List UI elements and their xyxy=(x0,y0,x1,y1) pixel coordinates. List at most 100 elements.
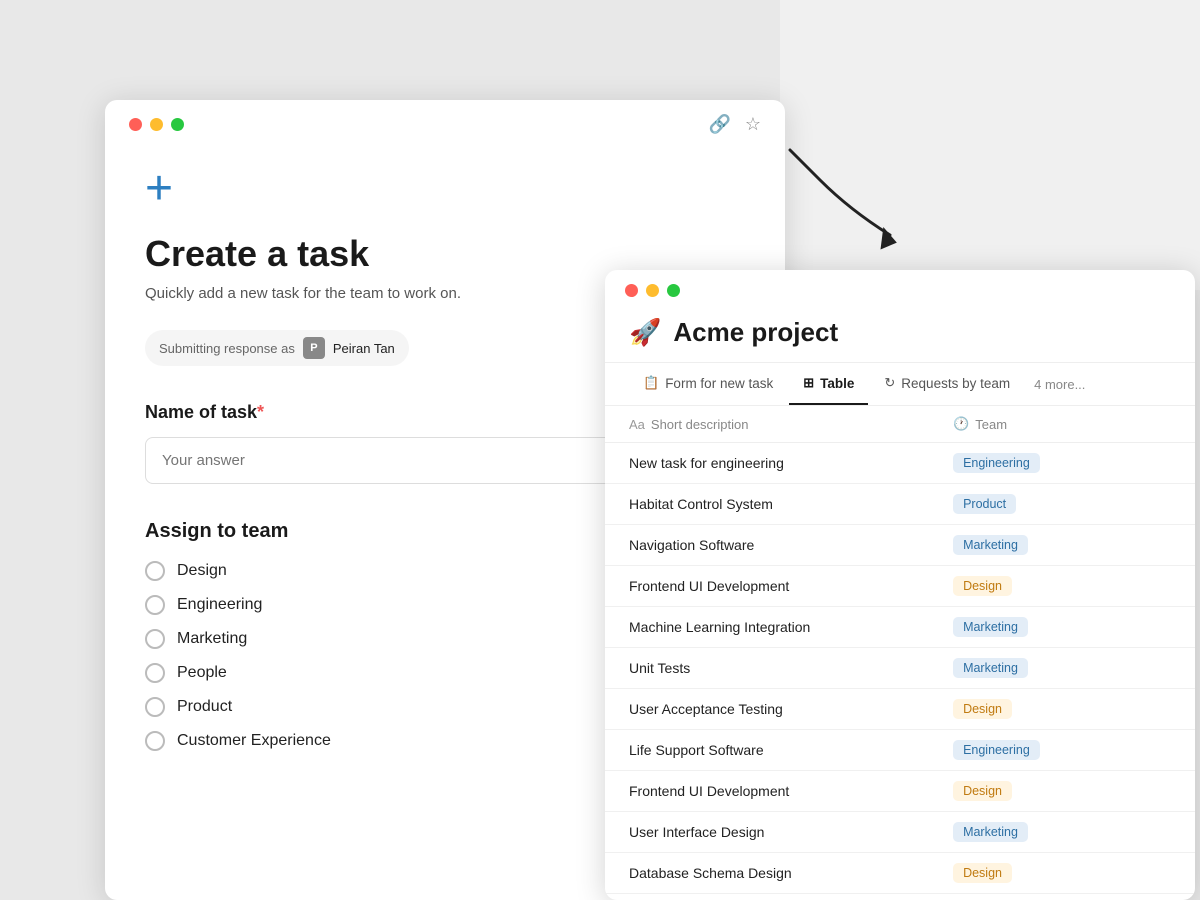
maximize-button[interactable] xyxy=(171,118,184,131)
team-badge: Design xyxy=(953,863,1012,883)
arrow-decoration xyxy=(780,140,940,260)
table-row[interactable]: User Acceptance Testing Design xyxy=(605,689,1195,730)
task-name: Machine Learning Integration xyxy=(605,607,929,648)
team-badge: Marketing xyxy=(953,535,1028,555)
star-icon[interactable]: ☆ xyxy=(745,114,761,135)
task-name: User Acceptance Testing xyxy=(605,689,929,730)
task-team: Design xyxy=(929,853,1195,894)
team-badge: Design xyxy=(953,576,1012,596)
radio-circle xyxy=(145,731,165,751)
radio-circle xyxy=(145,595,165,615)
submitting-bar: Submitting response as P Peiran Tan xyxy=(145,330,409,366)
project-header: 🚀 Acme project xyxy=(605,317,1195,363)
tasks-table: Aa Short description 🕐 Team New task for… xyxy=(605,406,1195,900)
traffic-lights-right xyxy=(625,284,1175,297)
task-team: Marketing xyxy=(929,525,1195,566)
task-team: Product xyxy=(929,484,1195,525)
table-row[interactable]: Database Schema Design Design xyxy=(605,853,1195,894)
team-badge: Engineering xyxy=(953,453,1040,473)
task-name: Frontend UI Development xyxy=(605,771,929,812)
task-team: Design xyxy=(929,689,1195,730)
col-description: Aa Short description xyxy=(605,406,929,443)
team-badge: Design xyxy=(953,781,1012,801)
required-marker: * xyxy=(257,402,264,422)
close-button[interactable] xyxy=(129,118,142,131)
task-name: Life Support Software xyxy=(605,730,929,771)
task-team: Engineering xyxy=(929,443,1195,484)
col-team: 🕐 Team xyxy=(929,406,1195,443)
close-button-right[interactable] xyxy=(625,284,638,297)
radio-label: Marketing xyxy=(177,630,247,648)
minimize-button-right[interactable] xyxy=(646,284,659,297)
table-row[interactable]: Stakeholder Meeting Customer Experience xyxy=(605,894,1195,900)
table-row[interactable]: Unit Tests Marketing xyxy=(605,648,1195,689)
task-team: Marketing xyxy=(929,648,1195,689)
task-team: Design xyxy=(929,566,1195,607)
task-name: Database Schema Design xyxy=(605,853,929,894)
task-team: Marketing xyxy=(929,607,1195,648)
task-name: Frontend UI Development xyxy=(605,566,929,607)
task-team: Customer Experience xyxy=(929,894,1195,900)
table-row[interactable]: Habitat Control System Product xyxy=(605,484,1195,525)
user-name: Peiran Tan xyxy=(333,341,395,356)
page-title: Create a task xyxy=(145,233,745,275)
minimize-button[interactable] xyxy=(150,118,163,131)
link-icon[interactable]: 🔗 xyxy=(708,114,730,135)
team-badge: Marketing xyxy=(953,658,1028,678)
tab-label: Table xyxy=(820,376,854,391)
radio-label: Design xyxy=(177,562,227,580)
table-row[interactable]: New task for engineering Engineering xyxy=(605,443,1195,484)
task-name: Unit Tests xyxy=(605,648,929,689)
tab-icon: 📋 xyxy=(643,375,659,391)
tab-label: Requests by team xyxy=(901,376,1010,391)
team-badge: Marketing xyxy=(953,822,1028,842)
plus-icon: + xyxy=(145,165,745,213)
rocket-icon: 🚀 xyxy=(629,317,661,348)
task-name: Stakeholder Meeting xyxy=(605,894,929,900)
task-team: Marketing xyxy=(929,812,1195,853)
tab-requests-by-team[interactable]: ↻ Requests by team xyxy=(870,363,1024,405)
acme-project-window: 🚀 Acme project 📋 Form for new task ⊞ Table ↻… xyxy=(605,270,1195,900)
radio-label: Product xyxy=(177,698,232,716)
table-row[interactable]: Life Support Software Engineering xyxy=(605,730,1195,771)
table-row[interactable]: User Interface Design Marketing xyxy=(605,812,1195,853)
table-row[interactable]: Navigation Software Marketing xyxy=(605,525,1195,566)
radio-label: People xyxy=(177,664,227,682)
team-badge: Marketing xyxy=(953,617,1028,637)
window-header-left: 🔗 ☆ xyxy=(105,100,785,135)
window-toolbar: 🔗 ☆ xyxy=(708,114,761,135)
user-avatar: P xyxy=(303,337,325,359)
radio-label: Customer Experience xyxy=(177,732,331,750)
text-icon: Aa xyxy=(629,417,645,432)
clock-icon: 🕐 xyxy=(953,416,969,432)
table-row[interactable]: Frontend UI Development Design xyxy=(605,566,1195,607)
tab-icon: ⊞ xyxy=(803,375,814,391)
window-header-right xyxy=(605,270,1195,297)
team-badge: Engineering xyxy=(953,740,1040,760)
table-row[interactable]: Machine Learning Integration Marketing xyxy=(605,607,1195,648)
tab-table[interactable]: ⊞ Table xyxy=(789,363,868,405)
table-row[interactable]: Frontend UI Development Design xyxy=(605,771,1195,812)
submitting-label: Submitting response as xyxy=(159,341,295,356)
tab-icon: ↻ xyxy=(884,375,895,391)
task-name: Navigation Software xyxy=(605,525,929,566)
project-title: Acme project xyxy=(673,317,838,348)
tab-label: Form for new task xyxy=(665,376,773,391)
task-name: New task for engineering xyxy=(605,443,929,484)
task-name: Habitat Control System xyxy=(605,484,929,525)
tabs-row: 📋 Form for new task ⊞ Table ↻ Requests by tea… xyxy=(605,363,1195,406)
radio-circle xyxy=(145,697,165,717)
traffic-lights-left xyxy=(129,118,184,131)
radio-circle xyxy=(145,629,165,649)
table-container[interactable]: Aa Short description 🕐 Team New task for… xyxy=(605,406,1195,900)
team-badge: Design xyxy=(953,699,1012,719)
tab-more[interactable]: 4 more... xyxy=(1026,365,1093,404)
task-name: User Interface Design xyxy=(605,812,929,853)
team-badge: Product xyxy=(953,494,1016,514)
task-team: Design xyxy=(929,771,1195,812)
radio-circle xyxy=(145,663,165,683)
maximize-button-right[interactable] xyxy=(667,284,680,297)
radio-label: Engineering xyxy=(177,596,262,614)
radio-circle xyxy=(145,561,165,581)
tab-form-for-new-task[interactable]: 📋 Form for new task xyxy=(629,363,787,405)
